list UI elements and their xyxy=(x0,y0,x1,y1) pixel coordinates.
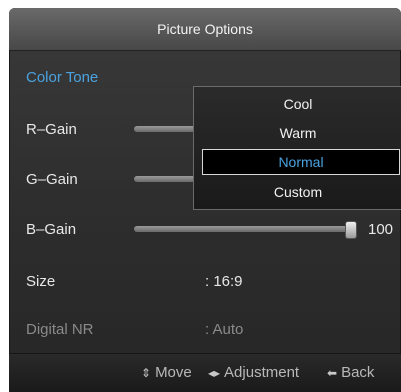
color-tone-dropdown[interactable]: Cool Warm Normal Custom xyxy=(193,86,401,210)
r-gain-label: R–Gain xyxy=(26,120,77,138)
back-hint: ⬅ Back xyxy=(327,364,374,381)
move-hint: ⇕ Move xyxy=(141,364,192,381)
size-value: : 16:9 xyxy=(205,272,243,290)
picture-options-menu: Picture Options Color Tone R–Gain G–Gain… xyxy=(9,8,401,392)
b-gain-slider-knob[interactable] xyxy=(345,221,357,239)
b-gain-row[interactable]: B–Gain 100 xyxy=(9,214,401,244)
digital-nr-value: : Auto xyxy=(205,320,244,338)
color-tone-label: Color Tone xyxy=(26,68,99,86)
move-label: Move xyxy=(155,364,192,381)
b-gain-slider[interactable] xyxy=(134,221,357,239)
dropdown-option-warm[interactable]: Warm xyxy=(194,121,401,145)
digital-nr-row: Digital NR : Auto xyxy=(9,314,401,344)
adjustment-label: Adjustment xyxy=(224,364,300,381)
updown-arrow-icon: ⇕ xyxy=(141,365,152,380)
size-row[interactable]: Size : 16:9 xyxy=(9,266,401,296)
adjustment-hint: ◂▸ Adjustment xyxy=(208,364,299,381)
digital-nr-label: Digital NR xyxy=(26,320,94,338)
dropdown-option-custom[interactable]: Custom xyxy=(194,180,401,204)
b-gain-value: 100 xyxy=(368,220,394,238)
back-label: Back xyxy=(341,364,375,381)
footer-hints: ⇕ Move ◂▸ Adjustment ⬅ Back xyxy=(9,353,401,392)
back-arrow-icon: ⬅ xyxy=(327,365,338,380)
g-gain-label: G–Gain xyxy=(26,170,78,188)
size-label: Size xyxy=(26,272,56,290)
dropdown-option-cool[interactable]: Cool xyxy=(194,92,401,116)
dropdown-option-normal[interactable]: Normal xyxy=(202,149,400,175)
leftright-arrow-icon: ◂▸ xyxy=(208,365,221,380)
b-gain-label: B–Gain xyxy=(26,220,77,238)
menu-title: Picture Options xyxy=(9,8,401,51)
